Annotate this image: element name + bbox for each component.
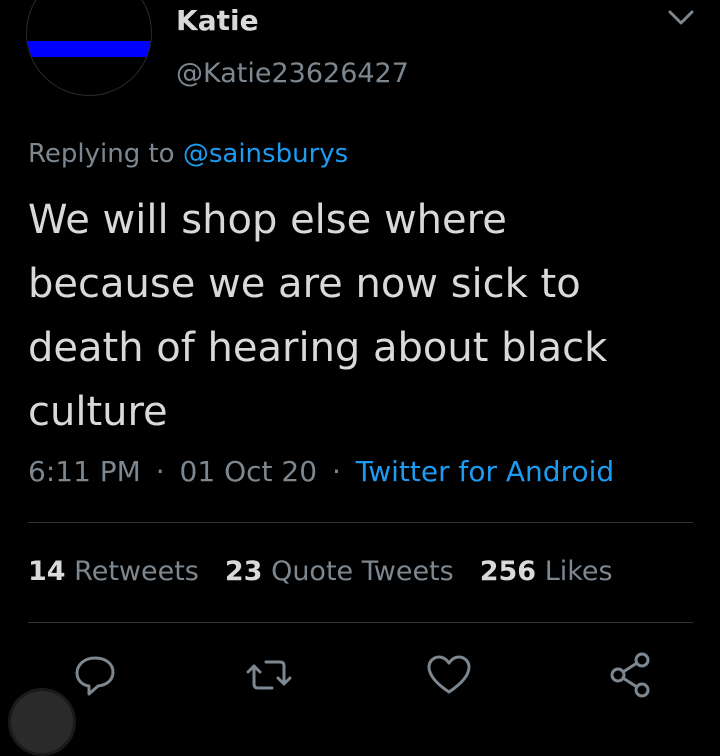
quotes-count: 23: [224, 556, 263, 587]
retweets-stat[interactable]: 14 Retweets: [28, 556, 199, 587]
floating-action-button[interactable]: [8, 688, 76, 756]
divider: [28, 622, 693, 623]
replying-to-label: Replying to: [28, 139, 175, 169]
heart-icon[interactable]: [424, 650, 474, 700]
likes-stat[interactable]: 256 Likes: [480, 556, 613, 587]
author-handle[interactable]: @Katie23626427: [176, 58, 409, 89]
replying-to: Replying to @sainsburys: [28, 139, 348, 169]
chevron-down-icon[interactable]: [666, 6, 696, 30]
quote-tweets-stat[interactable]: 23 Quote Tweets: [225, 556, 454, 587]
meta-separator: ·: [155, 455, 165, 488]
avatar[interactable]: [26, 0, 152, 96]
avatar-stripe: [27, 41, 151, 57]
likes-label: Likes: [544, 556, 613, 587]
reply-mention-link[interactable]: @sainsburys: [183, 139, 348, 169]
tweet-meta: 6:11 PM · 01 Oct 20 · Twitter for Androi…: [28, 455, 614, 488]
retweets-count: 14: [28, 556, 66, 587]
retweets-label: Retweets: [74, 556, 199, 587]
tweet-text: We will shop else where because we are n…: [28, 197, 608, 435]
reply-icon[interactable]: [70, 650, 120, 700]
tweet-time: 6:11 PM: [28, 455, 141, 488]
tweet-stats: 14 Retweets 23 Quote Tweets 256 Likes: [28, 556, 639, 587]
quotes-label: Quote Tweets: [271, 556, 454, 587]
meta-separator: ·: [331, 455, 341, 488]
author-name[interactable]: Katie: [176, 4, 259, 37]
likes-count: 256: [479, 556, 537, 587]
share-icon[interactable]: [606, 650, 656, 700]
divider: [28, 522, 693, 523]
tweet-date: 01 Oct 20: [179, 455, 318, 488]
retweet-icon[interactable]: [244, 650, 294, 700]
tweet-source-link[interactable]: Twitter for Android: [356, 455, 614, 488]
